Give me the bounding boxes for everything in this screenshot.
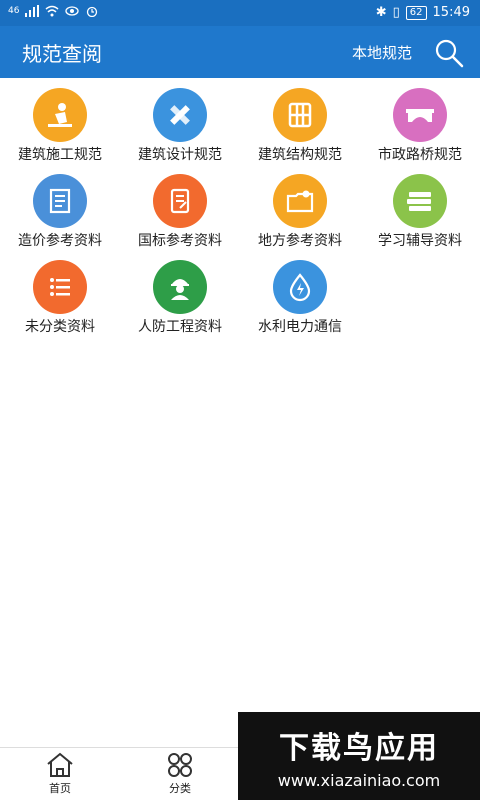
category-water-power-telecom[interactable]: 水利电力通信 <box>240 260 360 336</box>
category-label: 国标参考资料 <box>138 233 222 249</box>
bridge-icon <box>406 109 434 122</box>
app-bar: 规范查阅 本地规范 <box>0 26 480 78</box>
helmet-person-icon <box>171 279 189 300</box>
category-civil-defense[interactable]: 人防工程资料 <box>120 260 240 336</box>
category-icon-bg <box>153 174 207 228</box>
watermark-url: www.xiazainiao.com <box>277 770 441 790</box>
category-icon-bg <box>273 88 327 142</box>
home-icon <box>47 752 73 777</box>
category-grid: 建筑施工规范 建筑设计规范 建筑结构规范 市政路桥规范 造价参考资料 国标参考资… <box>0 88 480 336</box>
category-design-spec[interactable]: 建筑设计规范 <box>120 88 240 164</box>
category-icon-bg <box>393 88 447 142</box>
network-label: 46 <box>8 6 20 16</box>
building-block-icon <box>288 102 312 128</box>
category-icon-bg <box>33 88 87 142</box>
category-cost-reference[interactable]: 造价参考资料 <box>0 174 120 250</box>
map-folder-icon <box>286 190 314 213</box>
tab-label: 首页 <box>49 782 71 795</box>
clock: 15:49 <box>432 5 470 20</box>
alarm-icon <box>87 6 98 17</box>
category-icon-bg <box>153 260 207 314</box>
tab-category[interactable]: 分类 <box>150 752 210 796</box>
category-construction-spec[interactable]: 建筑施工规范 <box>0 88 120 164</box>
category-label: 造价参考资料 <box>18 233 102 249</box>
status-right: ✱ ▯ 62 15:49 <box>376 5 470 20</box>
water-power-icon <box>289 273 311 302</box>
status-bar: 46 ✱ ▯ 62 15:49 <box>0 0 480 26</box>
category-label: 水利电力通信 <box>258 319 342 335</box>
category-local-reference[interactable]: 地方参考资料 <box>240 174 360 250</box>
document-icon <box>49 188 71 214</box>
category-national-standard[interactable]: 国标参考资料 <box>120 174 240 250</box>
category-uncategorized[interactable]: 未分类资料 <box>0 260 120 336</box>
category-icon-bg <box>393 174 447 228</box>
ruler-pencil-icon <box>170 105 190 125</box>
category-label: 未分类资料 <box>25 319 95 335</box>
watermark-title: 下载鸟应用 <box>279 730 439 766</box>
page-title: 规范查阅 <box>22 42 102 66</box>
category-icon-bg <box>153 88 207 142</box>
tab-home[interactable]: 首页 <box>30 752 90 796</box>
status-left: 46 <box>8 5 99 17</box>
category-label: 建筑设计规范 <box>138 147 222 163</box>
category-study-guide[interactable]: 学习辅导资料 <box>360 174 480 250</box>
battery-indicator: 62 <box>405 5 427 20</box>
local-specs-button[interactable]: 本地规范 <box>352 42 412 63</box>
list-icon <box>50 278 70 296</box>
bluetooth-icon: ✱ <box>375 5 387 20</box>
grid-icon <box>168 753 192 777</box>
search-icon[interactable] <box>434 38 464 68</box>
category-label: 人防工程资料 <box>138 319 222 335</box>
note-icon <box>170 188 190 214</box>
category-label: 市政路桥规范 <box>378 147 462 163</box>
books-icon <box>407 192 431 211</box>
category-municipal-bridge-spec[interactable]: 市政路桥规范 <box>360 88 480 164</box>
tab-label: 分类 <box>169 782 191 795</box>
worker-icon <box>48 103 72 127</box>
category-icon-bg <box>33 174 87 228</box>
signal-icon <box>25 5 40 17</box>
vibrate-icon: ▯ <box>392 5 400 20</box>
category-icon-bg <box>33 260 87 314</box>
category-icon-bg <box>273 260 327 314</box>
category-structure-spec[interactable]: 建筑结构规范 <box>240 88 360 164</box>
eye-icon <box>65 6 80 16</box>
category-label: 建筑结构规范 <box>258 147 342 163</box>
wifi-icon <box>45 5 59 17</box>
category-label: 学习辅导资料 <box>378 233 462 249</box>
watermark: 下载鸟应用 www.xiazainiao.com <box>238 712 480 800</box>
category-label: 建筑施工规范 <box>18 147 102 163</box>
category-label: 地方参考资料 <box>258 233 342 249</box>
category-icon-bg <box>273 174 327 228</box>
